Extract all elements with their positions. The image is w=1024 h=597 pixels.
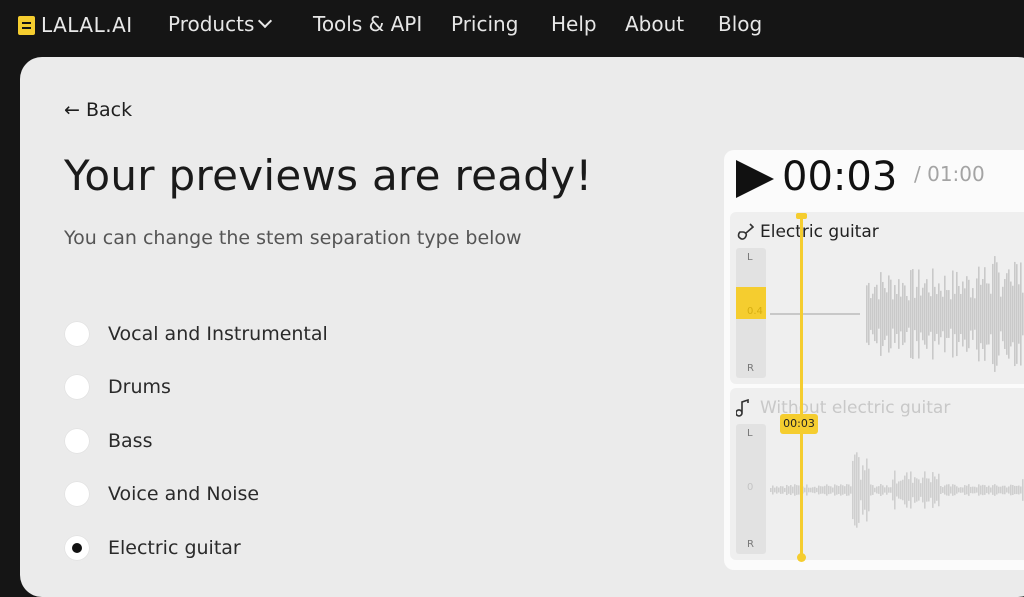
option-vocal-instrumental[interactable]: Vocal and Instrumental [64,307,328,361]
meter-left-label: L [747,428,753,439]
nav-item-label: Help [551,12,597,36]
option-voice-noise[interactable]: Voice and Noise [64,468,328,522]
brand-name: LALAL.AI [41,13,133,37]
nav-item-label: Tools & API [313,12,423,36]
track-title: Electric guitar [760,222,879,242]
meter-right-label: R [747,539,754,550]
option-label: Drums [108,376,171,399]
radio-button[interactable] [64,374,90,401]
option-drums[interactable]: Drums [64,361,328,415]
track-electric-guitar[interactable]: Electric guitar L 0.4 R [730,212,1024,384]
back-link[interactable]: ← Back [64,99,132,121]
stem-type-options: Vocal and Instrumental Drums Bass Voice … [64,307,328,575]
nav-item-tools[interactable]: Tools & API [313,12,422,36]
meter-value-label: 0.4 [747,306,763,317]
content-card: ← Back Your previews are ready! You can … [20,57,1024,597]
radio-button[interactable] [64,481,90,508]
nav-item-label: About [625,12,685,36]
total-time: / 01:00 [914,162,985,186]
volume-meter[interactable]: L 0 R [736,424,766,554]
nav-item-label: Blog [718,12,763,36]
page-subtitle: You can change the stem separation type … [64,227,522,249]
logo[interactable]: LALAL.AI [18,12,133,38]
nav-item-pricing[interactable]: Pricing [451,12,518,36]
meter-right-label: R [747,363,754,374]
option-label: Voice and Noise [108,483,260,506]
nav-item-about[interactable]: About [625,12,684,36]
radio-button[interactable] [64,320,90,347]
option-electric-guitar[interactable]: Electric guitar [64,521,328,575]
option-label: Bass [108,429,153,452]
current-time: 00:03 [782,154,898,200]
option-label: Vocal and Instrumental [108,322,328,345]
volume-meter[interactable]: L 0.4 R [736,248,766,378]
playhead[interactable] [800,215,803,560]
top-nav: LALAL.AI Products Tools & API Pricing He… [0,0,1024,52]
page-title: Your previews are ready! [64,151,593,200]
chevron-down-icon [258,13,273,29]
nav-item-blog[interactable]: Blog [718,12,762,36]
meter-value-label: 0 [747,482,754,493]
radio-button-selected[interactable] [64,534,90,561]
waveform-electric-guitar [770,256,1024,372]
logo-mark-icon [18,15,35,35]
nav-item-label: Pricing [451,12,519,36]
option-bass[interactable]: Bass [64,414,328,468]
nav-item-help[interactable]: Help [551,12,597,36]
track-without-electric-guitar[interactable]: Without electric guitar L 0 R [730,388,1024,560]
music-note-icon [735,398,752,421]
preview-player: 00:03 / 01:00 Electric guitar L 0.4 R Wi… [724,150,1024,570]
waveform-without-electric-guitar [770,452,1024,528]
radio-button[interactable] [64,427,90,454]
play-icon[interactable] [736,160,774,198]
nav-item-label: Products [168,12,255,36]
meter-left-label: L [747,252,753,263]
playhead-end-icon [797,553,806,562]
guitar-icon [736,223,755,245]
nav-item-products[interactable]: Products [168,12,273,36]
option-label: Electric guitar [108,536,241,559]
playhead-time-tag: 00:03 [780,414,818,434]
